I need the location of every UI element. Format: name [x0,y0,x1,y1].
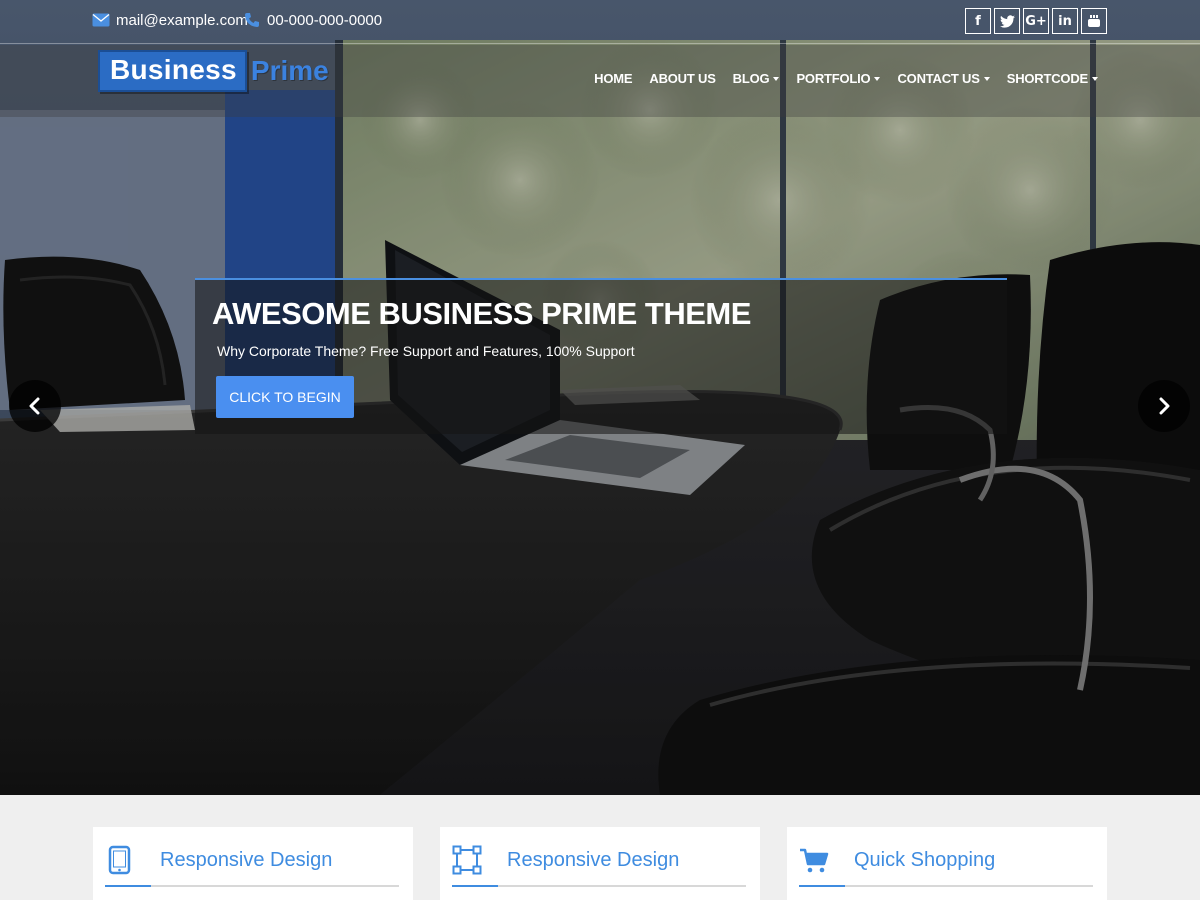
feature-card[interactable]: Responsive Design [93,827,413,900]
caret-down-icon [874,76,881,81]
caret-down-icon [983,76,990,81]
caret-down-icon [773,76,780,81]
tablet-icon [108,845,131,875]
nav-blog-label: BLOG [732,71,770,86]
shopping-cart-icon [800,848,829,873]
nav-about-us-label: ABOUT US [649,71,716,86]
nav-blog[interactable]: BLOG [733,71,780,86]
vector-square-icon [452,845,482,875]
site-header: Business Prime HOME ABOUT US BLOG PORTFO… [0,45,1200,117]
nav-home-label: HOME [594,71,633,86]
slider-prev-button[interactable] [9,380,61,432]
twitter-bird-icon [999,14,1015,28]
chevron-right-icon [1159,397,1170,415]
slider-next-button[interactable] [1138,380,1190,432]
nav-shortcode-label: SHORTCODE [1006,71,1088,86]
twitter-icon[interactable] [994,8,1020,34]
site-logo[interactable]: Business Prime [98,50,329,92]
feature-card[interactable]: Quick Shopping [787,827,1107,900]
main-nav: HOME ABOUT US BLOG PORTFOLIO CONTACT US … [594,71,1098,86]
contact-phone[interactable]: 00-000-000-0000 [243,10,382,30]
click-to-begin-button[interactable]: CLICK TO BEGIN [216,376,354,418]
feature-card[interactable]: Responsive Design [440,827,760,900]
youtube-icon[interactable] [1081,8,1107,34]
chevron-left-icon [29,397,40,415]
google-plus-icon[interactable]: G+ [1023,8,1049,34]
contact-email[interactable]: mail@example.com [92,10,248,30]
slide-title: AWESOME BUSINESS PRIME THEME [212,296,751,331]
facebook-icon[interactable]: f [965,8,991,34]
feature-divider-accent [105,885,151,887]
nav-portfolio[interactable]: PORTFOLIO [796,71,881,86]
nav-portfolio-label: PORTFOLIO [796,71,871,86]
social-links: f G+ in [965,8,1107,34]
feature-title: Responsive Design [160,849,333,871]
contact-email-text: mail@example.com [116,11,248,29]
hero-slider: mail@example.com 00-000-000-0000 f G+ in [0,0,1200,795]
contact-phone-text: 00-000-000-0000 [267,11,383,29]
logo-text-prime: Prime [250,55,329,86]
slide-subtitle: Why Corporate Theme? Free Support and Fe… [217,343,635,359]
feature-divider-accent [452,885,498,887]
feature-title: Responsive Design [507,849,680,871]
nav-contact-us[interactable]: CONTACT US [897,71,990,86]
nav-contact-us-label: CONTACT US [897,71,980,86]
features-section: Responsive Design Responsive Design Quic… [0,795,1200,900]
top-bar: mail@example.com 00-000-000-0000 f G+ in [0,0,1200,44]
youtube-logo-icon [1088,15,1100,27]
feature-divider-accent [799,885,845,887]
feature-title: Quick Shopping [854,849,996,871]
phone-icon [245,13,259,27]
nav-about-us[interactable]: ABOUT US [649,71,715,86]
nav-shortcode[interactable]: SHORTCODE [1007,71,1098,86]
linkedin-icon[interactable]: in [1052,8,1078,34]
caret-down-icon [1092,76,1098,81]
envelope-icon [92,13,110,27]
slide-caption: AWESOME BUSINESS PRIME THEME Why Corpora… [195,278,1007,434]
logo-text-business: Business [98,50,247,92]
nav-home[interactable]: HOME [594,71,632,86]
